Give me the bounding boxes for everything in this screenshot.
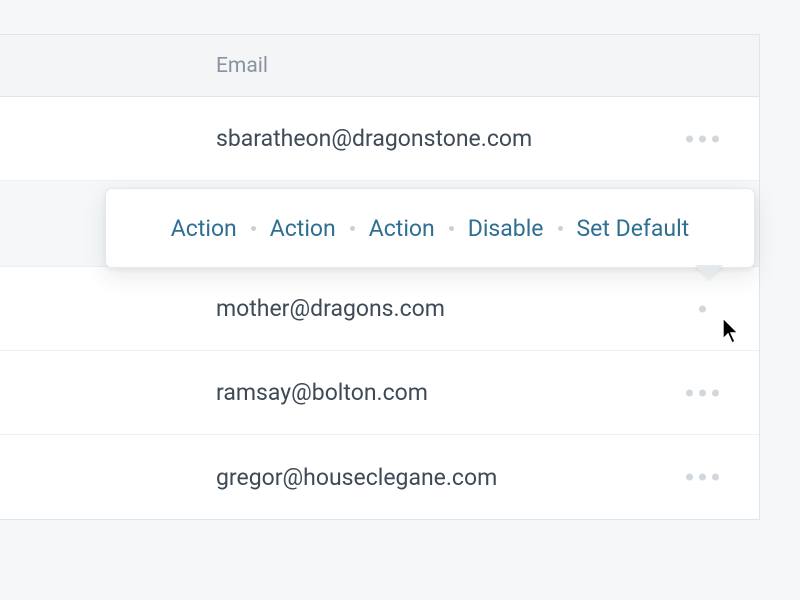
dot-separator-icon	[558, 226, 563, 231]
email-table: Email sbaratheon@dragonstone.com mother@…	[0, 34, 760, 520]
popover-action[interactable]: Action	[171, 215, 237, 242]
dot-separator-icon	[251, 226, 256, 231]
popover-action[interactable]: Action	[270, 215, 336, 242]
row-actions-popover: Action Action Action Disable Set Default	[105, 188, 755, 268]
email-cell: gregor@houseclegane.com	[216, 464, 497, 491]
table-row: ramsay@bolton.com	[0, 351, 759, 435]
column-header-email: Email	[216, 54, 268, 78]
table-row: sbaratheon@dragonstone.com	[0, 97, 759, 181]
email-cell: ramsay@bolton.com	[216, 379, 428, 406]
more-actions-icon[interactable]	[686, 305, 719, 312]
popover-action[interactable]: Action	[369, 215, 435, 242]
dot-separator-icon	[449, 226, 454, 231]
email-cell: sbaratheon@dragonstone.com	[216, 125, 532, 152]
table-header: Email	[0, 35, 759, 97]
table-row: gregor@houseclegane.com	[0, 435, 759, 519]
popover-action-set-default[interactable]: Set Default	[577, 215, 690, 242]
table-row: mother@dragons.com	[0, 267, 759, 351]
more-actions-icon[interactable]	[686, 474, 719, 481]
email-cell: mother@dragons.com	[216, 295, 445, 322]
dot-separator-icon	[350, 226, 355, 231]
popover-action-disable[interactable]: Disable	[468, 215, 544, 242]
more-actions-icon[interactable]	[686, 135, 719, 142]
popover-arrow-icon	[696, 266, 722, 279]
more-actions-icon[interactable]	[686, 389, 719, 396]
popover-items: Action Action Action Disable Set Default	[171, 215, 689, 242]
